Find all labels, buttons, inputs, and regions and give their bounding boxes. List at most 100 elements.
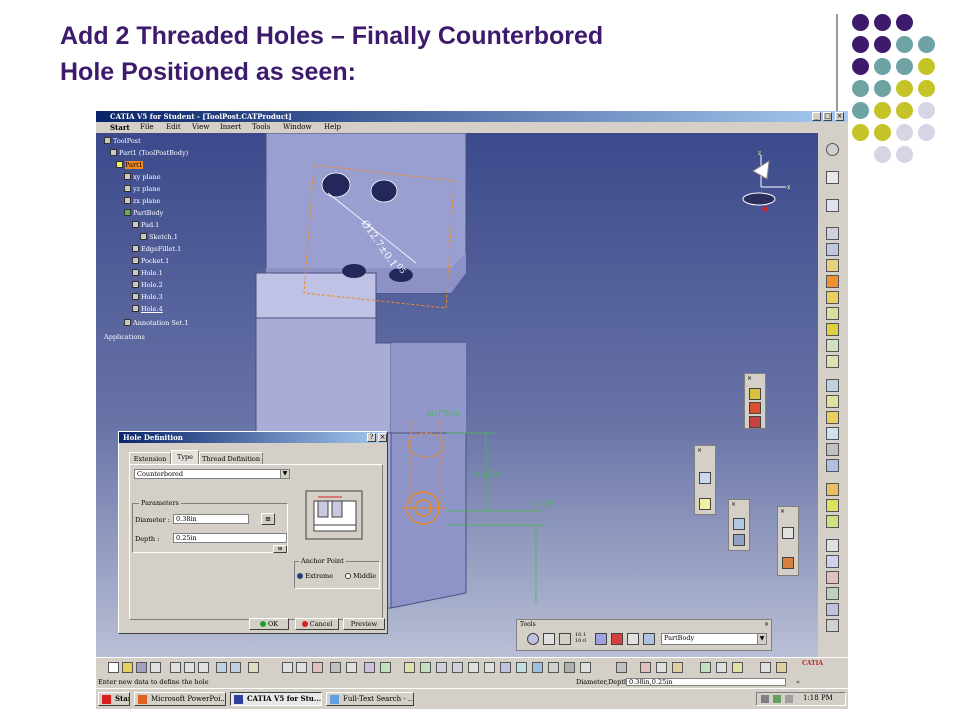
dialog-close-button[interactable]: × bbox=[378, 433, 387, 442]
copy-icon[interactable] bbox=[184, 662, 195, 673]
measure-item-icon[interactable] bbox=[656, 662, 667, 673]
sketch-3d-icon[interactable] bbox=[627, 633, 639, 645]
rib-tool-icon[interactable] bbox=[749, 416, 761, 428]
remove-loft-icon[interactable] bbox=[826, 355, 839, 368]
diameter-field[interactable]: 0.38in bbox=[173, 514, 249, 524]
dialog-help-button[interactable]: ? bbox=[367, 433, 376, 442]
shaft-icon[interactable] bbox=[826, 259, 839, 272]
settings-icon[interactable] bbox=[826, 143, 839, 156]
task-full-text-search[interactable]: Full-Text Search - ... bbox=[326, 692, 414, 706]
diameter-formula-button[interactable]: ⊞ bbox=[261, 513, 275, 525]
dress-up-icon[interactable] bbox=[346, 662, 357, 673]
close-button[interactable]: × bbox=[835, 112, 844, 121]
scan-icon[interactable] bbox=[611, 633, 623, 645]
tree-item[interactable]: Part1 bbox=[116, 161, 143, 169]
anchor-middle-radio[interactable]: Middle bbox=[345, 572, 376, 580]
measure-icon[interactable] bbox=[826, 571, 839, 584]
menu-file[interactable]: File bbox=[140, 122, 153, 133]
menu-start[interactable]: Start bbox=[110, 122, 130, 133]
tree-item[interactable]: Hole.1 bbox=[132, 269, 163, 277]
tab-type[interactable]: Type bbox=[171, 450, 199, 465]
loft-icon[interactable] bbox=[826, 339, 839, 352]
comment-icon[interactable] bbox=[312, 662, 323, 673]
3d-viewport[interactable]: Ø12.7±0.1 05 BOTTOM (1.437) 0.375 ToolPo… bbox=[96, 133, 818, 657]
tray-icon[interactable] bbox=[761, 695, 769, 703]
tree-item[interactable]: xy plane bbox=[124, 173, 161, 181]
shell-icon[interactable] bbox=[826, 427, 839, 440]
pocket-icon[interactable] bbox=[826, 243, 839, 256]
menu-window[interactable]: Window bbox=[283, 122, 312, 133]
tree-item[interactable]: ToolPost bbox=[104, 137, 141, 145]
floating-toolbar-reference[interactable]: × bbox=[694, 445, 716, 515]
tree-item-selected[interactable]: Hole.4 bbox=[132, 305, 163, 313]
menu-insert[interactable]: Insert bbox=[220, 122, 241, 133]
body-select[interactable]: PartBody ▼ bbox=[661, 633, 767, 645]
measure-between-icon[interactable] bbox=[616, 662, 627, 673]
shading-icon[interactable] bbox=[532, 662, 543, 673]
depth-field[interactable]: 0.25in bbox=[173, 533, 287, 543]
anchor-extreme-radio[interactable]: Extreme bbox=[297, 572, 333, 580]
pad-icon[interactable] bbox=[826, 227, 839, 240]
hide-show-icon[interactable] bbox=[548, 662, 559, 673]
sketcher-icon[interactable] bbox=[380, 662, 391, 673]
constraint-icon[interactable] bbox=[826, 587, 839, 600]
floating-toolbar-hole[interactable]: × bbox=[744, 373, 766, 429]
menu-help[interactable]: Help bbox=[324, 122, 341, 133]
depth-formula-button[interactable]: ⊞ bbox=[273, 545, 287, 553]
volume-icon[interactable] bbox=[785, 695, 793, 703]
plane-tool-icon[interactable] bbox=[699, 498, 711, 510]
save-icon[interactable] bbox=[136, 662, 147, 673]
thickness-icon[interactable] bbox=[826, 443, 839, 456]
tree-item[interactable]: Sketch.1 bbox=[140, 233, 178, 241]
material-icon[interactable] bbox=[580, 662, 591, 673]
chevron-down-icon[interactable]: ▼ bbox=[757, 634, 766, 644]
scaling-icon[interactable] bbox=[826, 515, 839, 528]
rotate-icon[interactable] bbox=[452, 662, 463, 673]
fillet-icon[interactable] bbox=[826, 379, 839, 392]
update-icon[interactable] bbox=[527, 633, 539, 645]
tree-item[interactable]: zx plane bbox=[124, 197, 160, 205]
task-powerpoint[interactable]: Microsoft PowerPoi... bbox=[134, 692, 226, 706]
print-icon[interactable] bbox=[150, 662, 161, 673]
chamfer-icon[interactable] bbox=[826, 395, 839, 408]
thread-icon[interactable] bbox=[826, 459, 839, 472]
draft-icon[interactable] bbox=[826, 411, 839, 424]
collapse-icon[interactable]: « bbox=[796, 677, 800, 687]
menu-edit[interactable]: Edit bbox=[166, 122, 181, 133]
normal-view-icon[interactable] bbox=[500, 662, 511, 673]
axis-icon[interactable] bbox=[559, 633, 571, 645]
analysis-icon[interactable] bbox=[826, 619, 839, 632]
sketch-analysis-icon[interactable] bbox=[700, 662, 711, 673]
tree-item[interactable]: Pocket.1 bbox=[132, 257, 169, 265]
body-icon[interactable] bbox=[643, 633, 655, 645]
sketch-icon[interactable] bbox=[826, 199, 839, 212]
clock[interactable]: 1:18 PM bbox=[803, 694, 833, 702]
apply-material-icon[interactable] bbox=[640, 662, 651, 673]
line-tool-icon[interactable] bbox=[699, 472, 711, 484]
scale-tool-icon[interactable] bbox=[733, 534, 745, 546]
annotation-tool-icon[interactable] bbox=[782, 557, 794, 569]
translate-tool-icon[interactable] bbox=[733, 518, 745, 530]
preview-button[interactable]: Preview bbox=[343, 618, 385, 630]
maximize-button[interactable]: □ bbox=[823, 112, 832, 121]
tree-item[interactable]: Hole.3 bbox=[132, 293, 163, 301]
tree-item[interactable]: PartBody bbox=[124, 209, 163, 217]
knowledge-icon[interactable] bbox=[296, 662, 307, 673]
task-catia[interactable]: CATIA V5 for Stu... bbox=[230, 692, 322, 706]
select-icon[interactable] bbox=[826, 171, 839, 184]
menu-tools[interactable]: Tools bbox=[252, 122, 270, 133]
status-input[interactable]: 0.38in,0.25in bbox=[626, 678, 786, 686]
tree-item[interactable]: EdgeFillet.1 bbox=[132, 245, 181, 253]
thread-analysis-icon[interactable] bbox=[776, 662, 787, 673]
grid-icon[interactable] bbox=[826, 603, 839, 616]
tree-item[interactable]: Hole.2 bbox=[132, 281, 163, 289]
draft-analysis-icon[interactable] bbox=[716, 662, 727, 673]
slot-icon[interactable] bbox=[826, 307, 839, 320]
pattern-icon[interactable] bbox=[826, 499, 839, 512]
hole-icon[interactable] bbox=[826, 275, 839, 288]
pan-icon[interactable] bbox=[436, 662, 447, 673]
tray-icon[interactable] bbox=[773, 695, 781, 703]
menu-view[interactable]: View bbox=[192, 122, 209, 133]
table-icon[interactable] bbox=[330, 662, 341, 673]
measure-inertia-icon[interactable] bbox=[672, 662, 683, 673]
